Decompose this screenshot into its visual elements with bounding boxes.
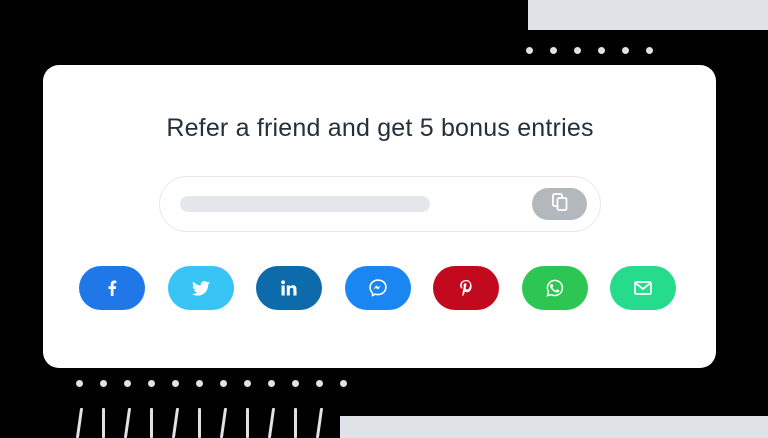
decorative-dots-bottom xyxy=(76,380,347,387)
referral-link-value xyxy=(180,196,430,212)
decorative-ticks xyxy=(76,404,323,438)
email-icon xyxy=(634,281,652,295)
share-messenger-button[interactable] xyxy=(344,266,411,310)
twitter-icon xyxy=(191,280,210,296)
referral-headline: Refer a friend and get 5 bonus entries xyxy=(166,114,594,142)
share-twitter-button[interactable] xyxy=(167,266,234,310)
facebook-icon xyxy=(107,280,117,296)
decorative-bar-bottom xyxy=(340,416,768,438)
share-buttons xyxy=(79,266,676,310)
decorative-bar-top xyxy=(528,0,768,30)
linkedin-icon xyxy=(281,280,297,296)
share-facebook-button[interactable] xyxy=(79,266,145,310)
copy-icon xyxy=(551,192,568,216)
share-whatsapp-button[interactable] xyxy=(521,266,588,310)
messenger-icon xyxy=(368,279,387,297)
whatsapp-icon xyxy=(545,279,564,297)
copy-link-button[interactable] xyxy=(532,188,587,220)
decorative-dots-top xyxy=(526,47,653,54)
pinterest-icon xyxy=(460,280,472,296)
share-linkedin-button[interactable] xyxy=(256,266,322,310)
share-pinterest-button[interactable] xyxy=(433,266,499,310)
referral-link-field[interactable] xyxy=(159,176,601,232)
share-email-button[interactable] xyxy=(610,266,676,310)
